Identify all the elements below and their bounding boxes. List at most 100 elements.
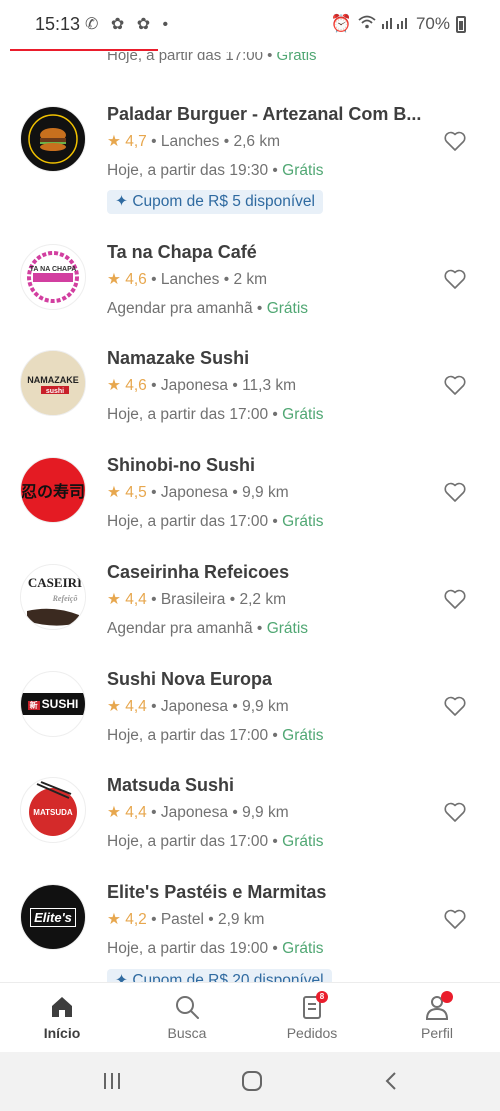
star-icon: ★ bbox=[107, 591, 121, 608]
delivery-fee: Grátis bbox=[282, 162, 324, 179]
restaurant-item[interactable]: TA NA CHAPA Ta na Chapa Café ★ 4,6 • Lan… bbox=[0, 232, 500, 338]
star-icon: ★ bbox=[107, 804, 121, 821]
category-distance: • Lanches • 2,6 km bbox=[151, 133, 280, 150]
restaurant-name: Ta na Chapa Café bbox=[107, 242, 257, 262]
heart-icon[interactable] bbox=[443, 268, 467, 290]
rating-value: 4,4 bbox=[125, 698, 147, 715]
star-icon: ★ bbox=[107, 377, 121, 394]
restaurant-meta: ★ 4,4 • Japonesa • 9,9 km bbox=[107, 697, 289, 716]
nav-pedidos-label: Pedidos bbox=[286, 1025, 338, 1041]
svg-text:Refeiçõ: Refeiçõ bbox=[52, 594, 78, 603]
delivery-fee: Grátis bbox=[282, 513, 324, 530]
category-distance: • Japonesa • 9,9 km bbox=[151, 698, 289, 715]
rating-value: 4,6 bbox=[125, 271, 147, 288]
heart-icon[interactable] bbox=[443, 130, 467, 152]
signal-icon bbox=[381, 14, 410, 34]
heart-icon[interactable] bbox=[443, 588, 467, 610]
delivery-info: Hoje, a partir das 19:30 • Grátis bbox=[107, 162, 324, 180]
delivery-time: Hoje, a partir das 17:00 • bbox=[107, 727, 278, 744]
nav-busca-label: Busca bbox=[167, 1025, 207, 1041]
restaurant-meta: ★ 4,7 • Lanches • 2,6 km bbox=[107, 132, 280, 151]
nav-inicio-label: Início bbox=[43, 1025, 81, 1041]
restaurant-meta: ★ 4,2 • Pastel • 2,9 km bbox=[107, 910, 264, 929]
orders-badge: 8 bbox=[316, 991, 328, 1003]
category-distance: • Japonesa • 11,3 km bbox=[151, 377, 297, 394]
delivery-time: Agendar pra amanhã • bbox=[107, 300, 263, 317]
system-nav-bar bbox=[0, 1052, 500, 1111]
delivery-info: Hoje, a partir das 17:00 • Grátis bbox=[107, 513, 324, 531]
restaurant-item[interactable]: NAMAZAKE sushi Namazake Sushi ★ 4,6 • Ja… bbox=[0, 338, 500, 444]
heart-icon[interactable] bbox=[443, 695, 467, 717]
nav-pedidos[interactable]: 8 Pedidos bbox=[262, 991, 362, 1041]
restaurant-name: Namazake Sushi bbox=[107, 348, 250, 368]
coupon-icon: ✦ bbox=[115, 972, 128, 982]
restaurant-meta: ★ 4,5 • Japonesa • 9,9 km bbox=[107, 483, 289, 502]
restaurant-name: Matsuda Sushi bbox=[107, 775, 235, 795]
delivery-info: Hoje, a partir das 17:00 • Grátis bbox=[107, 833, 324, 851]
coupon-icon: ✦ bbox=[115, 193, 128, 210]
orders-icon: 8 bbox=[298, 991, 328, 1021]
delivery-time: Hoje, a partir das 19:00 • bbox=[107, 940, 278, 957]
nav-inicio[interactable]: Início bbox=[12, 993, 112, 1041]
heart-icon[interactable] bbox=[443, 908, 467, 930]
svg-text:CASEIRI: CASEIRI bbox=[28, 575, 82, 590]
tab-indicator bbox=[10, 49, 158, 51]
restaurant-item[interactable]: 忍の寿司 Shinobi-no Sushi ★ 4,5 • Japonesa •… bbox=[0, 445, 500, 551]
status-right: ⏰ 70% bbox=[331, 14, 466, 34]
delivery-fee: Grátis bbox=[282, 940, 324, 957]
restaurant-name: Caseirinha Refeicoes bbox=[107, 562, 290, 582]
heart-icon[interactable] bbox=[443, 374, 467, 396]
delivery-fee: Grátis bbox=[282, 727, 324, 744]
bottom-nav: Início Busca 8 Pedidos Perfil bbox=[0, 982, 500, 1052]
svg-text:sushi: sushi bbox=[46, 388, 64, 395]
nav-busca[interactable]: Busca bbox=[137, 993, 237, 1041]
nav-perfil-label: Perfil bbox=[421, 1025, 453, 1041]
restaurant-meta: ★ 4,6 • Lanches • 2 km bbox=[107, 270, 267, 289]
delivery-time: Hoje, a partir das 19:30 • bbox=[107, 162, 278, 179]
restaurant-item[interactable]: MATSUDA Matsuda Sushi ★ 4,4 • Japonesa •… bbox=[0, 765, 500, 871]
recent-apps-icon[interactable] bbox=[100, 1069, 124, 1093]
restaurant-item[interactable]: CASEIRI Refeiçõ Caseirinha Refeicoes ★ 4… bbox=[0, 552, 500, 658]
delivery-info: Hoje, a partir das 19:00 • Grátis bbox=[107, 940, 324, 958]
restaurant-logo: CASEIRI Refeiçõ bbox=[20, 564, 86, 630]
heart-icon[interactable] bbox=[443, 481, 467, 503]
heart-icon[interactable] bbox=[443, 801, 467, 823]
star-icon: ★ bbox=[107, 484, 121, 501]
restaurant-logo: NAMAZAKE sushi bbox=[20, 350, 86, 416]
delivery-info: Hoje, a partir das 17:00 • Grátis bbox=[107, 406, 324, 424]
restaurant-logo: MATSUDA bbox=[20, 777, 86, 843]
status-bar: 15:13 ✆ ✿ ✿ • ⏰ 70% bbox=[0, 0, 500, 52]
restaurant-item[interactable]: Elite's Elite's Pastéis e Marmitas ★ 4,2… bbox=[0, 872, 500, 982]
restaurant-meta: ★ 4,4 • Brasileira • 2,2 km bbox=[107, 590, 286, 609]
restaurant-name: Elite's Pastéis e Marmitas bbox=[107, 882, 327, 902]
coupon-badge: ✦ Cupom de R$ 20 disponível bbox=[107, 969, 332, 982]
logo-text: SUSHI bbox=[41, 697, 79, 711]
restaurant-name: Shinobi-no Sushi bbox=[107, 455, 255, 475]
restaurant-logo bbox=[20, 106, 86, 172]
notification-icons: ✆ ✿ ✿ • bbox=[85, 16, 173, 33]
back-icon[interactable] bbox=[380, 1069, 404, 1093]
delivery-time: Agendar pra amanhã • bbox=[107, 620, 263, 637]
restaurant-meta: ★ 4,4 • Japonesa • 9,9 km bbox=[107, 803, 289, 822]
svg-text:MATSUDA: MATSUDA bbox=[33, 808, 73, 817]
coupon-text: Cupom de R$ 5 disponível bbox=[132, 193, 315, 210]
nav-perfil[interactable]: Perfil bbox=[387, 991, 487, 1041]
wifi-icon bbox=[358, 14, 376, 34]
restaurant-list[interactable]: Hoje, a partir das 17:00 • Grátis Palada… bbox=[0, 52, 500, 982]
restaurant-meta: ★ 4,6 • Japonesa • 11,3 km bbox=[107, 376, 296, 395]
home-button-icon[interactable] bbox=[240, 1069, 264, 1093]
restaurant-name: Sushi Nova Europa bbox=[107, 669, 273, 689]
partial-delivery-line: Hoje, a partir das 17:00 • Grátis bbox=[107, 52, 317, 64]
delivery-time: Hoje, a partir das 17:00 • bbox=[107, 513, 278, 530]
restaurant-item[interactable]: 新 SUSHI Sushi Nova Europa ★ 4,4 • Japones… bbox=[0, 659, 500, 765]
star-icon: ★ bbox=[107, 271, 121, 288]
delivery-info: Agendar pra amanhã • Grátis bbox=[107, 300, 308, 318]
delivery-info: Agendar pra amanhã • Grátis bbox=[107, 620, 308, 638]
home-icon bbox=[52, 997, 72, 1017]
category-distance: • Lanches • 2 km bbox=[151, 271, 268, 288]
restaurant-item[interactable]: Paladar Burguer - Artezanal Com B... ★ 4… bbox=[0, 90, 500, 214]
svg-text:TA NA CHAPA: TA NA CHAPA bbox=[30, 266, 77, 273]
star-icon: ★ bbox=[107, 133, 121, 150]
restaurant-logo: 忍の寿司 bbox=[20, 457, 86, 523]
coupon-badge: ✦ Cupom de R$ 5 disponível bbox=[107, 190, 323, 214]
